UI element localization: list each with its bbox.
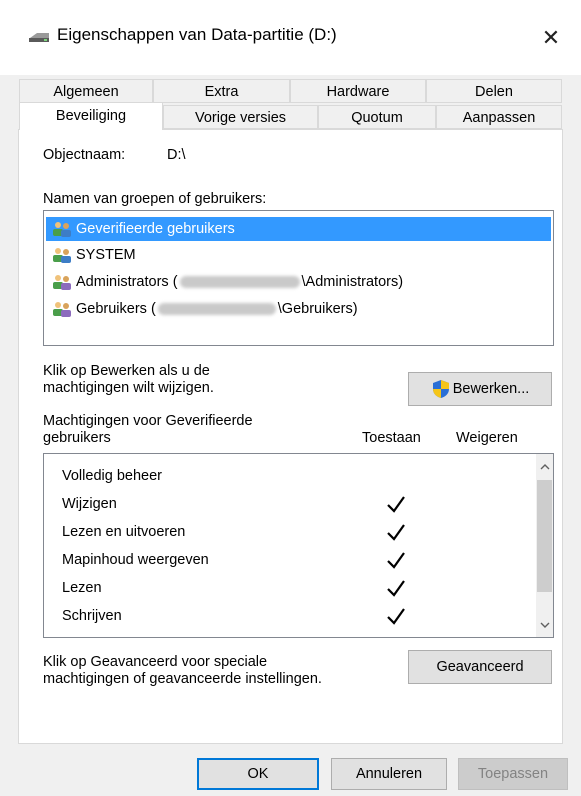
column-header-allow: Toestaan [362, 430, 421, 446]
table-row: Lezen en uitvoeren [62, 518, 512, 546]
edit-button-label: Bewerken... [452, 381, 530, 397]
drive-icon [29, 33, 49, 42]
groups-listbox[interactable]: Geverifieerde gebruikers SYSTEM Administ… [43, 210, 554, 346]
tab-quotum[interactable]: Quotum [318, 105, 436, 129]
apply-button[interactable]: Toepassen [458, 758, 568, 790]
check-icon [387, 524, 405, 541]
table-row: Schrijven [62, 602, 512, 630]
object-name-value: D:\ [167, 147, 186, 163]
scrollbar-thumb[interactable] [537, 480, 552, 592]
permission-name: Lezen [62, 580, 102, 596]
list-item[interactable]: SYSTEM [51, 243, 136, 267]
object-name-label: Objectnaam: [43, 147, 126, 163]
group-name-prefix: Administrators ( [76, 274, 178, 290]
permissions-title-line2: gebruikers [43, 430, 111, 446]
group-name-prefix: Gebruikers ( [76, 301, 156, 317]
group-name: SYSTEM [76, 247, 136, 263]
table-row: Volledig beheer [62, 462, 512, 490]
list-item[interactable]: Geverifieerde gebruikers [46, 217, 551, 241]
table-row: Wijzigen [62, 490, 512, 518]
permission-name: Mapinhoud weergeven [62, 552, 209, 568]
column-header-deny: Weigeren [456, 430, 518, 446]
permissions-title-line1: Machtigingen voor Geverifieerde [43, 413, 253, 429]
tab-algemeen[interactable]: Algemeen [19, 79, 153, 103]
close-icon: ✕ [541, 24, 561, 50]
users-icon [53, 248, 71, 263]
users-icon [53, 222, 71, 237]
cancel-button[interactable]: Annuleren [331, 758, 447, 790]
list-item[interactable]: Administrators ( \Administrators) [51, 270, 403, 294]
tab-hardware[interactable]: Hardware [290, 79, 426, 103]
permission-name: Lezen en uitvoeren [62, 524, 186, 540]
check-icon [387, 552, 405, 569]
window-title: Eigenschappen van Data-partitie (D:) [57, 25, 337, 44]
title-bar: Eigenschappen van Data-partitie (D:) ✕ [0, 0, 581, 75]
edit-hint-line2: machtigingen wilt wijzigen. [43, 380, 214, 396]
tab-beveiliging[interactable]: Beveiliging [19, 102, 163, 130]
permission-name: Schrijven [62, 608, 122, 624]
permission-name: Volledig beheer [62, 468, 162, 484]
permissions-list[interactable]: Volledig beheer Wijzigen Lezen en uitvoe… [43, 453, 554, 638]
check-icon [387, 580, 405, 597]
group-name-suffix: \Gebruikers) [277, 301, 358, 317]
check-icon [387, 496, 405, 513]
group-name-suffix: \Administrators) [301, 274, 404, 290]
uac-shield-icon [432, 380, 449, 398]
redacted-computer-name [179, 276, 300, 288]
users-icon [53, 302, 71, 317]
list-item[interactable]: Gebruikers ( \Gebruikers) [51, 297, 358, 321]
table-row: Lezen [62, 574, 512, 602]
edit-hint-line1: Klik op Bewerken als u de [43, 363, 210, 379]
groups-label: Namen van groepen of gebruikers: [43, 191, 267, 207]
permissions-scrollbar[interactable] [536, 454, 553, 637]
edit-button[interactable]: Bewerken... [408, 372, 552, 406]
ok-button[interactable]: OK [197, 758, 319, 790]
advanced-hint-line1: Klik op Geavanceerd voor speciale [43, 654, 268, 670]
tab-aanpassen[interactable]: Aanpassen [436, 105, 562, 129]
group-name: Geverifieerde gebruikers [76, 221, 235, 237]
scroll-down-icon[interactable] [536, 616, 553, 633]
table-row: Mapinhoud weergeven [62, 546, 512, 574]
tab-extra[interactable]: Extra [153, 79, 290, 103]
close-button[interactable]: ✕ [521, 0, 581, 75]
check-icon [387, 608, 405, 625]
tab-vorige-versies[interactable]: Vorige versies [163, 105, 318, 129]
tab-delen[interactable]: Delen [426, 79, 562, 103]
scroll-up-icon[interactable] [536, 458, 553, 475]
permission-name: Wijzigen [62, 496, 117, 512]
advanced-button[interactable]: Geavanceerd [408, 650, 552, 684]
users-icon [53, 275, 71, 290]
redacted-computer-name [157, 303, 276, 315]
advanced-hint-line2: machtigingen of geavanceerde instellinge… [43, 671, 322, 687]
